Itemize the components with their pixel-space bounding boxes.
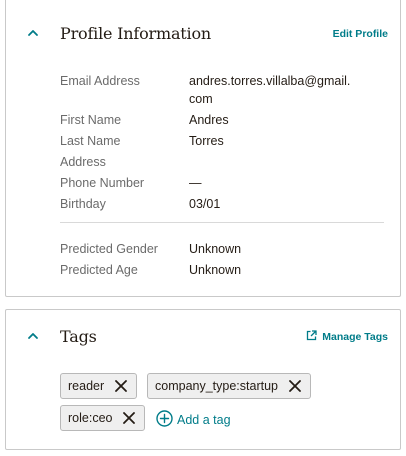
tag-chip: role:ceo <box>60 405 146 431</box>
close-icon[interactable] <box>114 379 128 393</box>
external-link-icon <box>306 330 317 344</box>
field-label: Predicted Age <box>60 263 138 277</box>
tags-card: Tags Manage Tags reader company_type:sta… <box>5 309 401 450</box>
tag-label: reader <box>68 379 105 393</box>
field-value: Torres <box>189 134 224 148</box>
field-value: Unknown <box>189 263 242 277</box>
chevron-up-icon[interactable] <box>26 329 40 343</box>
close-icon[interactable] <box>122 411 136 425</box>
field-value: andres.torres.villalba@gmail. com <box>189 72 389 108</box>
field-label: Phone Number <box>60 176 145 190</box>
field-value: Unknown <box>189 242 242 256</box>
field-label: Birthday <box>60 197 106 211</box>
tag-label: company_type:startup <box>155 379 278 393</box>
add-tag-label: Add a tag <box>177 413 231 427</box>
field-label: Predicted Gender <box>60 242 158 256</box>
field-label: Last Name <box>60 134 121 148</box>
profile-information-card: Profile Information Edit Profile Email A… <box>5 0 401 297</box>
field-value: Andres <box>189 113 229 127</box>
manage-tags-link[interactable]: Manage Tags <box>306 330 388 344</box>
tag-label: role:ceo <box>68 411 113 425</box>
email-value-line1: andres.torres.villalba@gmail. <box>189 74 351 88</box>
edit-profile-link[interactable]: Edit Profile <box>333 28 388 40</box>
tag-chip: company_type:startup <box>147 373 311 399</box>
field-value: 03/01 <box>189 197 221 211</box>
close-icon[interactable] <box>288 379 302 393</box>
field-label: First Name <box>60 113 122 127</box>
chevron-up-icon[interactable] <box>26 26 40 40</box>
plus-circle-icon <box>156 410 173 430</box>
manage-tags-label: Manage Tags <box>322 331 388 343</box>
email-value-line2: com <box>189 92 213 106</box>
tag-chip: reader <box>60 373 138 399</box>
field-value: — <box>189 176 202 190</box>
field-label: Address <box>60 155 106 169</box>
add-tag-button[interactable]: Add a tag <box>156 410 231 430</box>
field-label: Email Address <box>60 74 140 88</box>
divider <box>60 222 384 223</box>
tags-title: Tags <box>60 327 97 346</box>
profile-information-title: Profile Information <box>60 24 211 43</box>
